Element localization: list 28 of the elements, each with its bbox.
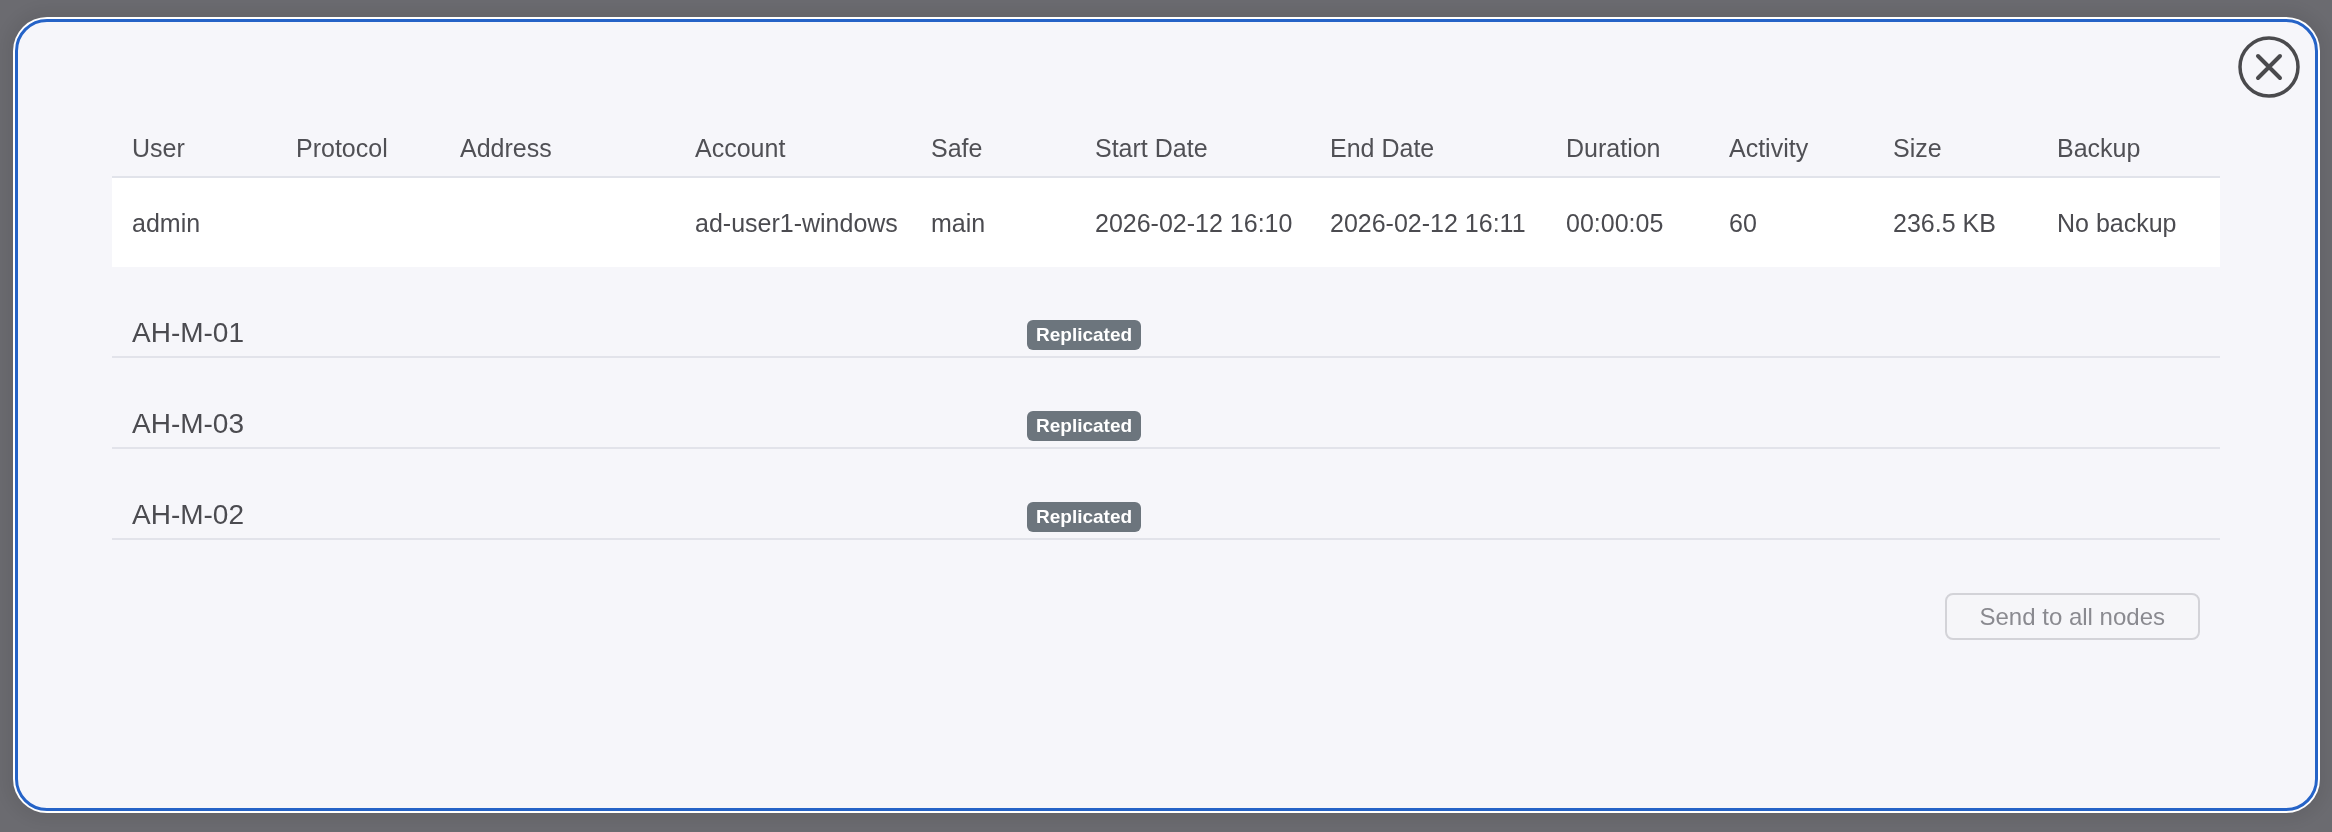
column-header: Backup	[2056, 133, 2142, 164]
status-badge: Replicated	[1027, 501, 1142, 532]
node-name: AH-M-02	[132, 498, 244, 532]
column-header: Size	[1892, 133, 1943, 164]
table-cell: main	[931, 208, 986, 238]
table-cell: 60	[1729, 208, 1757, 238]
node-name: AH-M-01	[132, 316, 244, 350]
column-header: Address	[459, 133, 553, 164]
column-header: Protocol	[295, 133, 389, 164]
table-cell: 236.5 KB	[1893, 208, 1996, 238]
node-name: AH-M-03	[132, 407, 244, 441]
column-header: Start Date	[1094, 133, 1209, 164]
column-header: Duration	[1565, 133, 1662, 164]
close-button[interactable]	[2238, 36, 2300, 98]
close-icon	[2238, 36, 2300, 98]
table-cell: No backup	[2057, 208, 2177, 238]
column-header: Account	[694, 133, 787, 164]
status-badge: Replicated	[1027, 410, 1142, 441]
table-cell: admin	[132, 208, 201, 238]
column-header: Safe	[930, 133, 984, 164]
column-header: Activity	[1728, 133, 1810, 164]
table-cell: 00:00:05	[1566, 208, 1664, 238]
table-cell: 2026-02-12 16:11	[1330, 208, 1526, 238]
status-badge: Replicated	[1027, 319, 1142, 350]
table-cell: 2026-02-12 16:10	[1095, 208, 1293, 238]
column-header: User	[131, 133, 186, 164]
column-header: End Date	[1329, 133, 1436, 164]
table-cell: ad-user1-windows	[695, 208, 898, 238]
